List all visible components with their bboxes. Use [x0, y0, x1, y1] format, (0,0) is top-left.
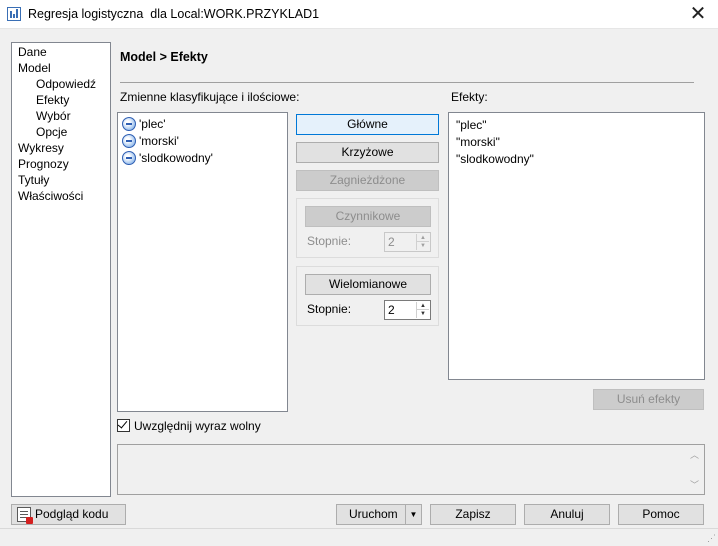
- nav-item-wybor[interactable]: Wybór: [36, 109, 71, 123]
- variable-label: 'plec': [139, 117, 166, 131]
- window-title: Regresja logistyczna dla Local:WORK.PRZY…: [28, 7, 320, 21]
- cancel-button[interactable]: Anuluj: [524, 504, 610, 525]
- variable-globe-icon: [122, 134, 136, 148]
- list-item[interactable]: "morski": [456, 135, 500, 149]
- variables-label: Zmienne klasyfikujące i ilościowe:: [120, 90, 300, 104]
- checkmark-icon: [117, 418, 128, 429]
- nav-item-prognozy[interactable]: Prognozy: [18, 157, 69, 171]
- chevron-up-icon[interactable]: ︿: [690, 448, 699, 461]
- factorial-degrees-stepper[interactable]: 2 ▲ ▼: [384, 232, 431, 252]
- nav-item-dane[interactable]: Dane: [18, 45, 47, 59]
- chevron-down-icon[interactable]: ▼: [405, 505, 421, 524]
- nav-tree: Dane Model Odpowiedź Efekty Wybór Opcje …: [11, 42, 111, 497]
- resize-grip-icon[interactable]: ⋰: [707, 533, 716, 544]
- list-item[interactable]: 'morski': [122, 133, 179, 149]
- header-divider: [120, 82, 694, 83]
- remove-effects-button[interactable]: Usuń efekty: [593, 389, 704, 410]
- chevron-up-icon[interactable]: ▲: [417, 302, 429, 310]
- variable-globe-icon: [122, 117, 136, 131]
- polynomial-button[interactable]: Wielomianowe: [305, 274, 431, 295]
- variable-label: 'slodkowodny': [139, 151, 213, 165]
- chart-bars-icon: [7, 7, 21, 21]
- factorial-degrees-label: Stopnie:: [307, 234, 352, 248]
- polynomial-degree-value: 2: [388, 303, 395, 317]
- close-icon[interactable]: ✕: [686, 2, 710, 26]
- effects-label: Efekty:: [451, 90, 488, 104]
- chevron-down-icon[interactable]: ▼: [417, 242, 429, 250]
- code-preview-icon: [17, 507, 33, 525]
- preview-code-button[interactable]: Podgląd kodu: [11, 504, 126, 525]
- effects-list[interactable]: "plec" "morski" "slodkowodny": [448, 112, 705, 380]
- nested-effects-button[interactable]: Zagnieżdżone: [296, 170, 439, 191]
- nav-item-efekty[interactable]: Efekty: [36, 93, 69, 107]
- nav-item-model[interactable]: Model: [18, 61, 51, 75]
- intercept-label[interactable]: Uwzględnij wyraz wolny: [134, 419, 261, 433]
- chevron-down-icon[interactable]: ▼: [417, 310, 429, 318]
- factorial-button[interactable]: Czynnikowe: [305, 206, 431, 227]
- cross-effects-button[interactable]: Krzyżowe: [296, 142, 439, 163]
- scrollbar[interactable]: ︿ ﹀: [687, 445, 704, 494]
- variable-label: 'morski': [139, 134, 179, 148]
- polynomial-degree-label: Stopnie:: [307, 302, 352, 316]
- list-item[interactable]: "plec": [456, 118, 487, 132]
- variable-globe-icon: [122, 151, 136, 165]
- page-title: Model > Efekty: [120, 50, 208, 64]
- description-area[interactable]: ︿ ﹀: [117, 444, 705, 495]
- spin-buttons: ▲ ▼: [416, 302, 429, 318]
- nav-item-tytuly[interactable]: Tytuły: [18, 173, 49, 187]
- intercept-checkbox[interactable]: [117, 418, 130, 432]
- run-label: Uruchom: [349, 507, 398, 521]
- run-button[interactable]: Uruchom ▼: [336, 504, 422, 525]
- chevron-down-icon[interactable]: ﹀: [690, 478, 699, 491]
- list-item[interactable]: 'slodkowodny': [122, 150, 213, 166]
- spin-buttons: ▲ ▼: [416, 234, 429, 250]
- preview-code-label: Podgląd kodu: [35, 507, 109, 521]
- list-item[interactable]: 'plec': [122, 116, 166, 132]
- nav-item-odpowiedz[interactable]: Odpowiedź: [36, 77, 96, 91]
- save-button[interactable]: Zapisz: [430, 504, 516, 525]
- variables-list[interactable]: 'plec' 'morski' 'slodkowodny': [117, 112, 288, 412]
- title-bar: Regresja logistyczna dla Local:WORK.PRZY…: [0, 0, 718, 29]
- list-item[interactable]: "slodkowodny": [456, 152, 534, 166]
- chevron-up-icon[interactable]: ▲: [417, 234, 429, 242]
- main-effects-button[interactable]: Główne: [296, 114, 439, 135]
- nav-item-opcje[interactable]: Opcje: [36, 125, 67, 139]
- status-divider: [0, 528, 718, 529]
- polynomial-degree-stepper[interactable]: 2 ▲ ▼: [384, 300, 431, 320]
- help-button[interactable]: Pomoc: [618, 504, 704, 525]
- nav-item-wykresy[interactable]: Wykresy: [18, 141, 64, 155]
- nav-item-wlasciwosci[interactable]: Właściwości: [18, 189, 83, 203]
- factorial-degrees-value: 2: [388, 235, 395, 249]
